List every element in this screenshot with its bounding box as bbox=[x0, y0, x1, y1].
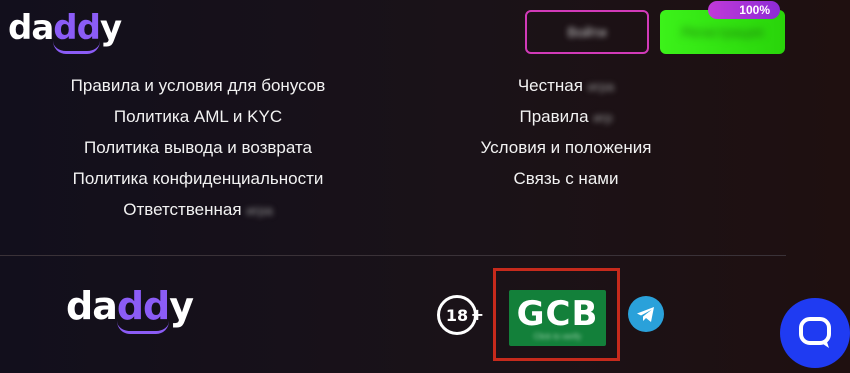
chat-icon[interactable] bbox=[780, 298, 850, 368]
bonus-badge: 100% bbox=[708, 1, 780, 19]
footer-links-left: Правила и условия для бонусов Политика A… bbox=[20, 75, 376, 230]
footer-link-terms[interactable]: Условия и положения bbox=[456, 137, 676, 168]
logo-top[interactable]: da dd y bbox=[8, 8, 122, 54]
footer-link-game-rules[interactable]: Правила игр bbox=[456, 106, 676, 137]
age-restriction-icon: 18 + bbox=[437, 295, 484, 335]
footer-divider bbox=[0, 255, 786, 256]
footer-links-right: Честная игра Правила игр Условия и полож… bbox=[456, 75, 676, 199]
footer-link-fair-play[interactable]: Честная игра bbox=[456, 75, 676, 106]
footer-link-bonus-terms[interactable]: Правила и условия для бонусов bbox=[20, 75, 376, 106]
register-button-label: Регистрация bbox=[681, 24, 764, 40]
gcb-license-frame: GCB Click to verify bbox=[493, 268, 620, 361]
logo-bottom[interactable]: da dd y bbox=[66, 284, 194, 334]
footer-link-aml-kyc[interactable]: Политика AML и KYC bbox=[20, 106, 376, 137]
footer-link-contact[interactable]: Связь с нами bbox=[456, 168, 676, 199]
login-button-label: Войти bbox=[567, 24, 607, 40]
gcb-license-seal[interactable]: GCB Click to verify bbox=[509, 290, 606, 346]
telegram-icon[interactable] bbox=[628, 296, 664, 332]
footer-link-withdrawal-policy[interactable]: Политика вывода и возврата bbox=[20, 137, 376, 168]
footer-link-responsible-gaming[interactable]: Ответственная игра bbox=[20, 199, 376, 230]
footer-link-privacy[interactable]: Политика конфиденциальности bbox=[20, 168, 376, 199]
login-button[interactable]: Войти bbox=[525, 10, 649, 54]
